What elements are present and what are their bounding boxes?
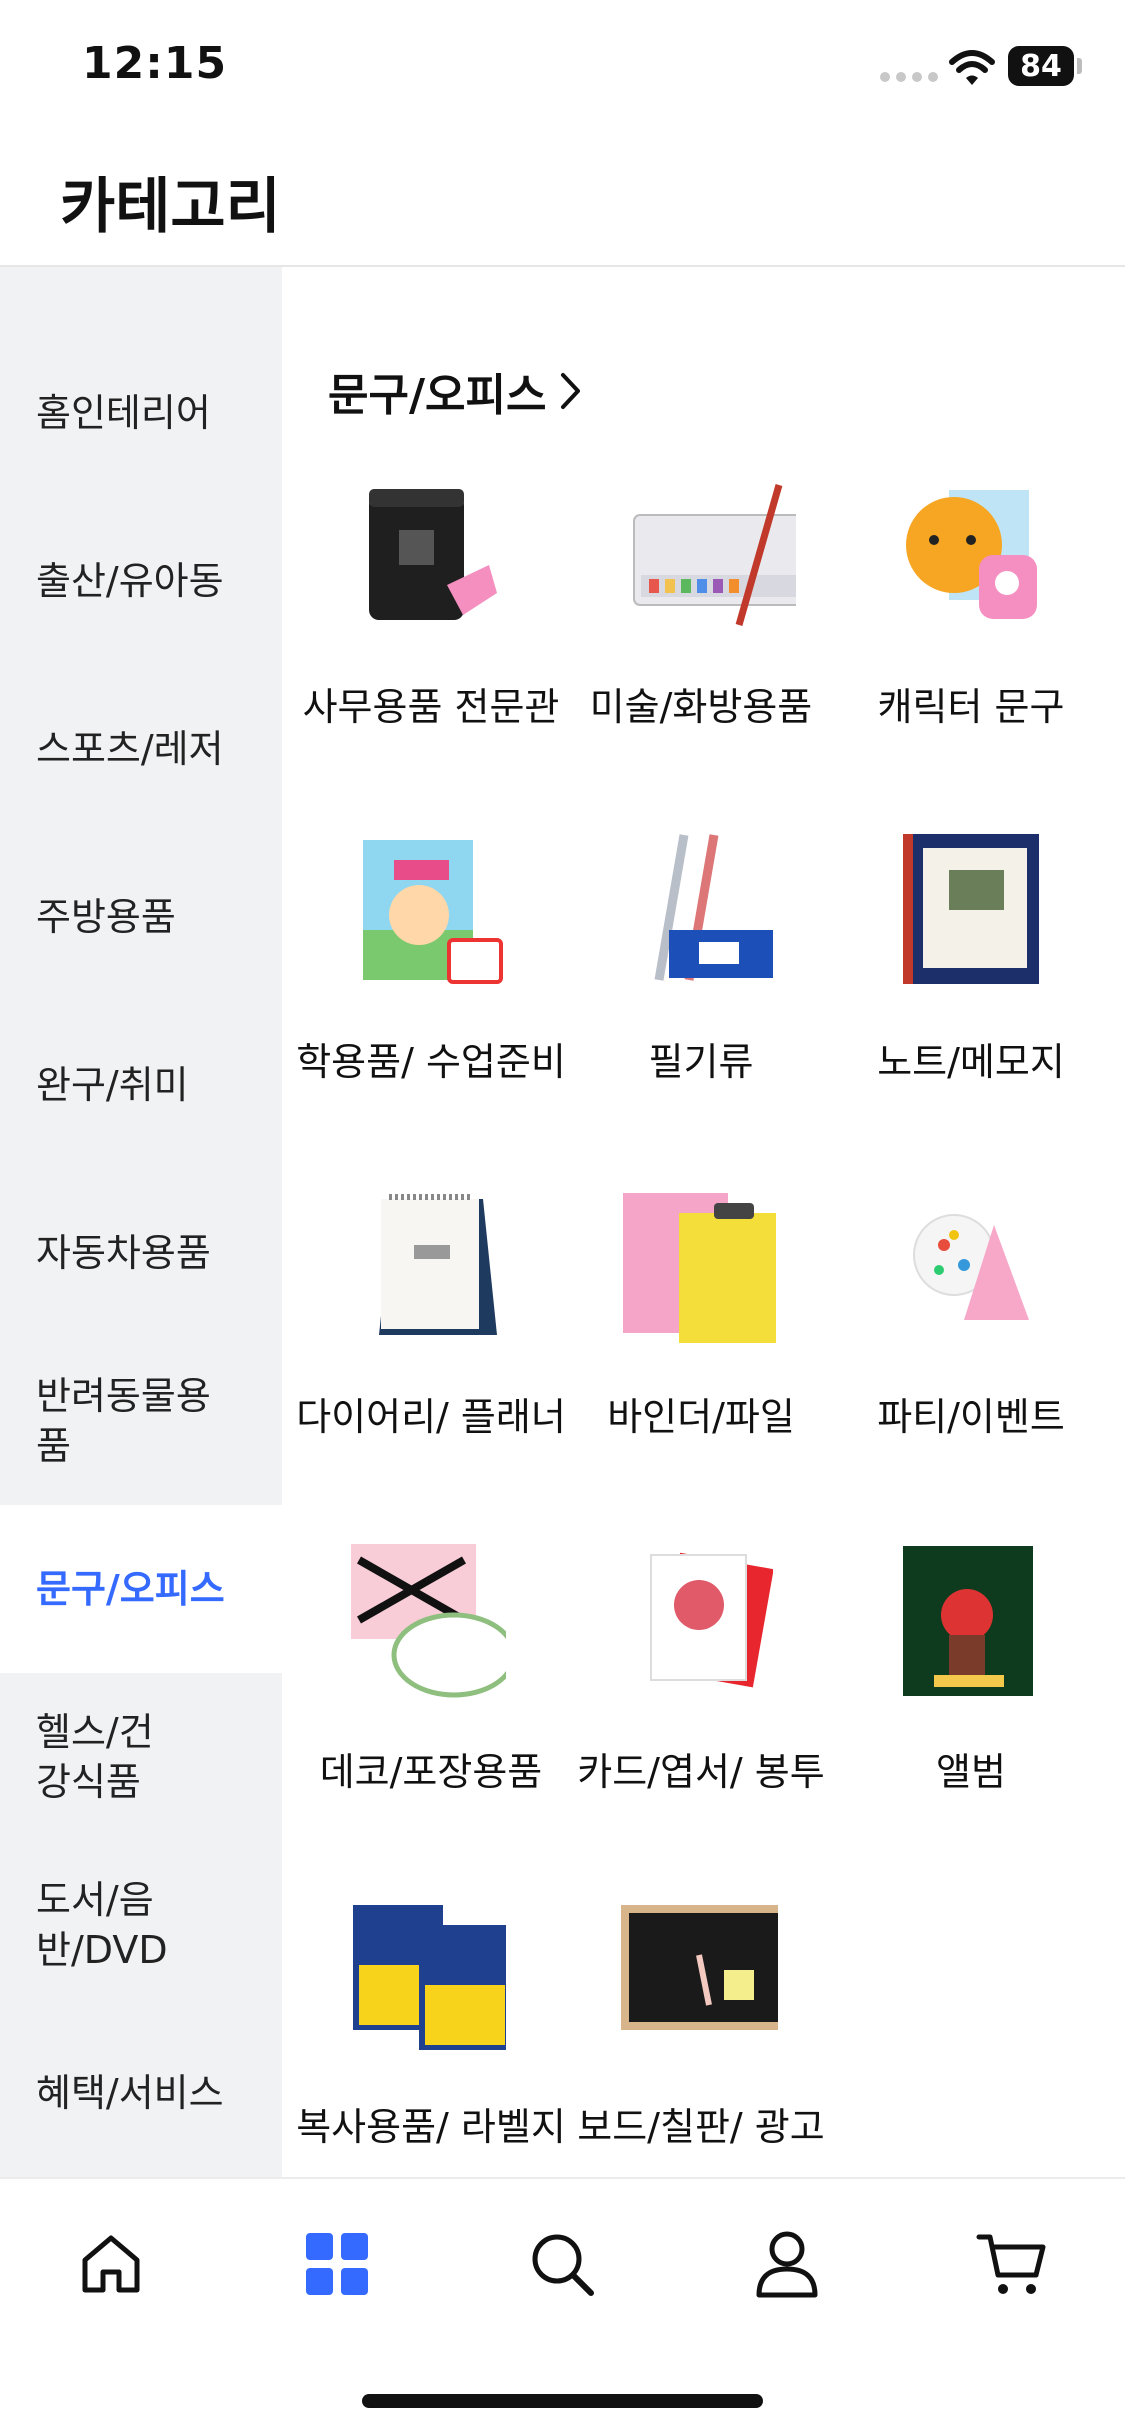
sidebar-item-label: 홈인테리어 <box>36 391 211 435</box>
school-supplies-icon <box>363 840 503 984</box>
chalkboard-icon <box>621 1905 778 2030</box>
category-label: 학용품/ 수업준비 <box>296 1040 566 1084</box>
sidebar-item-books-music-dvd[interactable]: 도서/음반/DVD <box>0 1841 282 2009</box>
sidebar-item-automotive[interactable]: 자동차용품 <box>0 1169 282 1337</box>
binder-icon <box>623 1193 776 1343</box>
category-writing-instruments[interactable]: 필기류 <box>566 830 836 1170</box>
category-office-supplies[interactable]: 사무용품 전문관 <box>296 475 566 815</box>
battery-indicator: 84 <box>1008 46 1074 86</box>
category-label: 데코/포장용품 <box>319 1750 543 1794</box>
pens-icon <box>654 834 773 981</box>
cart-icon[interactable] <box>967 2219 1057 2309</box>
copy-paper-icon <box>353 1905 506 2050</box>
category-content: 문구/오피스 사무용품 전문관 미술/화방용품 캐릭터 문구 학용품/ 수업준비… <box>282 267 1125 2177</box>
greeting-card-icon <box>650 1552 773 1688</box>
section-title: 문구/오피스 <box>328 370 547 421</box>
sidebar-item-label: 자동차용품 <box>36 1231 211 1275</box>
page-title: 카테고리 <box>60 172 281 242</box>
category-label: 복사용품/ 라벨지 <box>296 2105 566 2149</box>
category-diary-planner[interactable]: 다이어리/ 플래너 <box>296 1185 566 1525</box>
sidebar-item-label: 도서/음반/DVD <box>36 1878 168 1972</box>
category-label: 파티/이벤트 <box>877 1395 1065 1439</box>
category-grid-icon[interactable] <box>292 2219 382 2309</box>
category-art-supplies[interactable]: 미술/화방용품 <box>566 475 836 815</box>
sidebar-item-health-food[interactable]: 헬스/건강식품 <box>0 1673 282 1841</box>
section-title-link[interactable]: 문구/오피스 <box>328 359 582 423</box>
category-label: 캐릭터 문구 <box>877 685 1065 729</box>
sidebar-item-stationery-office[interactable]: 문구/오피스 <box>0 1505 282 1673</box>
category-deco-packaging[interactable]: 데코/포장용품 <box>296 1540 566 1880</box>
status-time: 12:15 <box>82 38 228 89</box>
category-label: 사무용품 전문관 <box>302 685 560 729</box>
profile-icon[interactable] <box>742 2219 832 2309</box>
category-party-events[interactable]: 파티/이벤트 <box>836 1185 1106 1525</box>
category-label: 노트/메모지 <box>877 1040 1065 1084</box>
category-notebooks[interactable]: 노트/메모지 <box>836 830 1106 1170</box>
battery-level: 84 <box>1020 48 1062 84</box>
paint-set-icon <box>633 484 796 626</box>
sidebar-item-label: 헬스/건강식품 <box>36 1710 154 1804</box>
sidebar-item-sports-leisure[interactable]: 스포츠/레저 <box>0 665 282 833</box>
category-label: 다이어리/ 플래너 <box>296 1395 566 1439</box>
photo-album-icon <box>903 1546 1033 1696</box>
sidebar-item-toys-hobby[interactable]: 완구/취미 <box>0 1001 282 1169</box>
sidebar-item-label: 문구/오피스 <box>36 1567 225 1611</box>
wifi-icon <box>949 50 995 85</box>
sidebar-item-label: 출산/유아동 <box>36 559 224 603</box>
category-sidebar: 홈인테리어 출산/유아동 스포츠/레저 주방용품 완구/취미 자동차용품 반려동… <box>0 267 282 2177</box>
shredder-icon <box>369 489 497 620</box>
category-label: 필기류 <box>648 1040 754 1084</box>
battery-cap <box>1077 58 1082 74</box>
cellular-signal-icon <box>880 72 938 82</box>
category-binders-files[interactable]: 바인더/파일 <box>566 1185 836 1525</box>
notebook-icon <box>903 834 1039 984</box>
chevron-right-icon <box>561 373 581 409</box>
status-bar: 12:15 84 <box>0 0 1125 130</box>
sidebar-item-label: 완구/취미 <box>36 1063 189 1107</box>
sidebar-item-baby-kids[interactable]: 출산/유아동 <box>0 497 282 665</box>
party-hat-icon <box>913 1214 1029 1320</box>
sidebar-item-kitchen[interactable]: 주방용품 <box>0 833 282 1001</box>
home-icon[interactable] <box>66 2219 156 2309</box>
category-label: 미술/화방용품 <box>589 685 813 729</box>
category-character-stationery[interactable]: 캐릭터 문구 <box>836 475 1106 815</box>
category-label: 바인더/파일 <box>607 1395 795 1439</box>
sidebar-item-benefits-services[interactable]: 혜택/서비스 <box>0 2009 282 2177</box>
category-copy-supplies-labels[interactable]: 복사용품/ 라벨지 <box>296 1895 566 2177</box>
sidebar-item-label: 혜택/서비스 <box>36 2071 224 2115</box>
sidebar-item-label: 스포츠/레저 <box>36 727 224 771</box>
category-label: 앨범 <box>936 1750 1006 1794</box>
home-indicator <box>362 2394 763 2408</box>
category-photo-album[interactable]: 앨범 <box>836 1540 1106 1880</box>
character-stationery-icon <box>906 490 1037 619</box>
category-school-supplies[interactable]: 학용품/ 수업준비 <box>296 830 566 1170</box>
sidebar-item-home-interior[interactable]: 홈인테리어 <box>0 329 282 497</box>
sidebar-item-label: 주방용품 <box>36 895 176 939</box>
category-label: 카드/엽서/ 봉투 <box>577 1750 825 1794</box>
category-boards-chalkboards[interactable]: 보드/칠판/ 광고 <box>566 1895 836 2177</box>
sidebar-item-pet-supplies[interactable]: 반려동물용품 <box>0 1337 282 1505</box>
desk-calendar-icon <box>379 1194 497 1335</box>
sidebar-item-label: 반려동물용품 <box>36 1374 211 1468</box>
category-cards-envelopes[interactable]: 카드/엽서/ 봉투 <box>566 1540 836 1880</box>
category-label: 보드/칠판/ 광고 <box>577 2105 825 2149</box>
search-icon[interactable] <box>517 2219 607 2309</box>
gift-wrap-icon <box>351 1544 506 1698</box>
